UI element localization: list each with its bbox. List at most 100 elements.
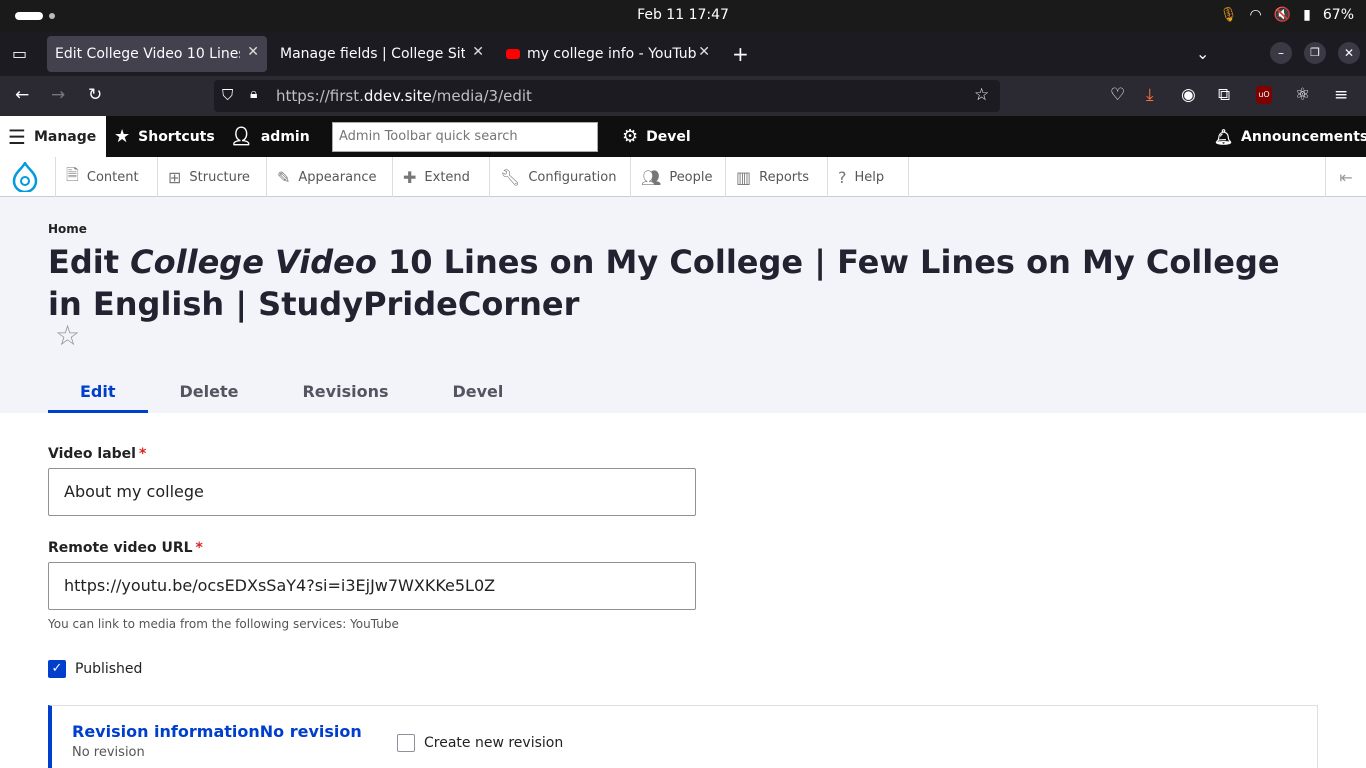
menu-item-appearance[interactable]: ✎ Appearance: [266, 157, 392, 197]
restore-window-icon[interactable]: ❐: [1304, 42, 1326, 64]
menu-item-label: Appearance: [298, 169, 377, 185]
lock-icon[interactable]: 🔒︎: [250, 86, 257, 102]
menu-item-label: Structure: [189, 169, 250, 185]
tab-edit[interactable]: Edit: [48, 369, 148, 413]
revision-summary: No revision: [72, 745, 145, 760]
title-type: College Video: [130, 243, 377, 281]
close-tab-icon[interactable]: ✕: [247, 44, 259, 60]
browser-tab-youtube[interactable]: my college info - YouTube ✕: [498, 36, 718, 72]
url-bar[interactable]: ⛉ 🔒︎ https://first.ddev.site/media/3/edi…: [214, 80, 1000, 112]
user-item[interactable]: 👤︎ admin: [230, 116, 310, 157]
menu-item-extend[interactable]: ✚ Extend: [392, 157, 489, 197]
user-icon: 👤︎: [230, 126, 253, 147]
volume-muted-icon: 🔇: [1273, 7, 1292, 23]
menu-item-reports[interactable]: ▥ Reports: [725, 157, 827, 197]
bookmark-star-icon[interactable]: ☆: [974, 85, 989, 105]
page-title: Edit College Video 10 Lines on My Colleg…: [48, 241, 1298, 325]
menu-item-label: Content: [86, 169, 139, 185]
minimize-window-icon[interactable]: –: [1270, 42, 1292, 64]
create-revision-label[interactable]: Create new revision: [424, 735, 563, 751]
shield-icon[interactable]: ⛉: [222, 86, 233, 104]
remote-url-input[interactable]: https://youtu.be/ocsEDXsSaY4?si=i3EjJw7W…: [48, 562, 696, 610]
file-icon: 🗎: [66, 164, 79, 184]
announcements-label: Announcements: [1241, 128, 1366, 145]
revision-information-panel: Revision informationNo revision No revis…: [48, 705, 1318, 768]
tab-overview-icon[interactable]: ▭: [12, 44, 27, 63]
url-prefix: https://first.: [276, 87, 364, 105]
drupal-logo[interactable]: [0, 157, 50, 197]
hamburger-icon: ☰: [8, 124, 26, 149]
revision-information-toggle[interactable]: Revision informationNo revision: [72, 722, 362, 741]
manage-label: Manage: [33, 128, 97, 145]
close-window-icon[interactable]: ✕: [1338, 42, 1360, 64]
drupal-drop-icon: [12, 162, 38, 192]
menu-item-content[interactable]: 🗎 Content: [55, 157, 157, 197]
title-prefix: Edit: [48, 243, 131, 281]
wifi-icon: ◠: [1249, 7, 1262, 23]
wrench-icon: 🔧︎: [500, 167, 521, 187]
list-all-tabs-icon[interactable]: ⌄: [1196, 44, 1209, 63]
menu-item-label: People: [669, 169, 713, 185]
url-domain: ddev.site: [363, 87, 432, 105]
published-checkbox[interactable]: ✓: [48, 660, 66, 678]
breadcrumb[interactable]: Home: [48, 222, 87, 236]
local-tasks: Edit Delete Revisions Devel: [48, 369, 535, 413]
downloads-icon[interactable]: ⤓: [1146, 85, 1154, 105]
edit-form: Video label * About my college Remote vid…: [0, 413, 1366, 768]
browser-nav-bar: ← → ↻ ⛉ 🔒︎ https://first.ddev.site/media…: [0, 76, 1366, 116]
manage-toggle[interactable]: ☰ Manage: [0, 116, 106, 157]
video-label-title: Video label *: [48, 446, 146, 462]
app-menu-icon[interactable]: ≡: [1334, 85, 1348, 105]
close-tab-icon[interactable]: ✕: [472, 44, 484, 60]
menu-item-configuration[interactable]: 🔧︎ Configuration: [489, 157, 630, 197]
ublock-icon[interactable]: uO: [1256, 86, 1272, 104]
browser-tab-edit-college-video[interactable]: Edit College Video 10 Lines o ✕: [47, 36, 267, 72]
tab-devel[interactable]: Devel: [420, 369, 535, 413]
collapse-tray-icon[interactable]: ⇤: [1325, 157, 1366, 197]
published-label[interactable]: Published: [75, 661, 142, 677]
required-marker: *: [138, 446, 147, 462]
reload-icon[interactable]: ↻: [88, 85, 102, 105]
field-label: Remote video URL: [48, 540, 193, 556]
shortcut-star-icon[interactable]: ☆: [55, 319, 80, 352]
create-revision-checkbox[interactable]: [397, 734, 415, 752]
extensions-icon[interactable]: ⧉: [1218, 85, 1230, 105]
menu-item-label: Configuration: [528, 169, 617, 185]
back-icon[interactable]: ←: [15, 85, 29, 105]
forward-icon[interactable]: →: [51, 85, 65, 105]
new-tab-icon[interactable]: +: [732, 42, 749, 66]
toolbar-search-input[interactable]: Admin Toolbar quick search: [332, 122, 598, 152]
puzzle-icon: ✚: [403, 167, 417, 187]
required-marker: *: [195, 540, 203, 556]
browser-tab-manage-fields[interactable]: Manage fields | College Sit3 ✕: [272, 36, 492, 72]
os-top-bar: Feb 11 17:47 🎙 ◠ 🔇 ▮ 67%: [0, 0, 1366, 32]
account-icon[interactable]: ◉: [1181, 85, 1196, 105]
url-text[interactable]: https://first.ddev.site/media/3/edit: [276, 87, 532, 105]
tab-revisions[interactable]: Revisions: [270, 369, 420, 413]
menu-item-people[interactable]: 👥︎ People: [630, 157, 725, 197]
remote-url-title: Remote video URL *: [48, 540, 203, 556]
announcements-item[interactable]: 🔔︎ Announcements: [1214, 116, 1366, 157]
admin-menu-tray: 🗎 Content ⊞ Structure ✎ Appearance ✚ Ext…: [0, 157, 1366, 197]
tab-delete[interactable]: Delete: [148, 369, 271, 413]
video-label-input[interactable]: About my college: [48, 468, 696, 516]
menu-item-label: Extend: [424, 169, 470, 185]
tab-title: Manage fields | College Sit3: [280, 46, 465, 62]
people-icon: 👥︎: [641, 167, 662, 187]
bell-icon: 🔔︎: [1214, 127, 1234, 146]
close-tab-icon[interactable]: ✕: [698, 44, 710, 60]
devel-item[interactable]: ⚙ Devel: [622, 116, 691, 157]
admin-toolbar: ☰ Manage ★ Shortcuts 👤︎ admin Admin Tool…: [0, 116, 1366, 157]
url-path: /media/3/edit: [431, 87, 532, 105]
react-devtools-icon[interactable]: ⚛: [1295, 85, 1310, 105]
system-tray[interactable]: 🎙 ◠ 🔇 ▮ 67%: [1220, 7, 1354, 23]
field-label: Video label: [48, 446, 136, 462]
star-icon: ★: [114, 126, 131, 147]
menu-item-label: Help: [854, 169, 885, 185]
help-icon: ?: [838, 167, 847, 187]
menu-item-structure[interactable]: ⊞ Structure: [157, 157, 266, 197]
clock[interactable]: Feb 11 17:47: [0, 7, 1366, 23]
pocket-icon[interactable]: ♡: [1110, 85, 1125, 105]
shortcuts-item[interactable]: ★ Shortcuts: [114, 116, 215, 157]
menu-item-help[interactable]: ? Help: [827, 157, 909, 197]
